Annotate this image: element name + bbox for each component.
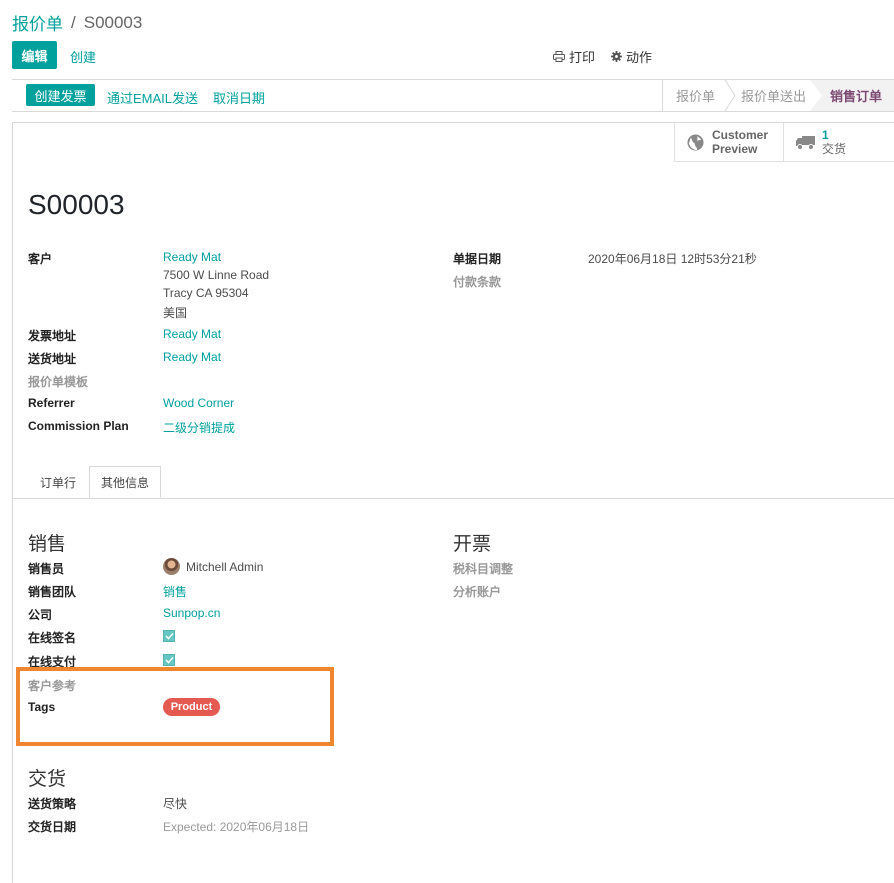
quotation-template-label: 报价单模板 <box>28 375 89 389</box>
commission-plan-label: Commission Plan <box>28 419 129 433</box>
print-menu[interactable]: 打印 <box>553 47 595 66</box>
customer-preview-line1: Customer <box>712 128 769 142</box>
delivery-section-title: 交货 <box>28 769 67 790</box>
delivery-date-label: 交货日期 <box>28 820 77 834</box>
form-sheet: Customer Preview 1 交货 <box>12 122 894 883</box>
customer-preview-button[interactable]: Customer Preview <box>674 123 783 162</box>
date-order-value: 2020年06月18日 12时53分21秒 <box>588 252 757 266</box>
referrer-label: Referrer <box>28 396 75 410</box>
delivery-label: 交货 <box>822 142 847 156</box>
create-button[interactable]: 创建 <box>70 47 96 66</box>
action-label: 动作 <box>626 50 653 65</box>
stage-sales-order-label: 销售订单 <box>830 89 883 104</box>
tab-order-lines[interactable]: 订单行 <box>28 466 88 498</box>
cancel-button[interactable]: 取消日期 <box>213 88 265 107</box>
customer-preview-line2: Preview <box>712 142 758 156</box>
customer-address-line3: 美国 <box>163 306 188 320</box>
print-icon <box>553 51 565 62</box>
fiscal-position-label: 税科目调整 <box>453 562 514 576</box>
company-label: 公司 <box>28 608 53 622</box>
truck-icon <box>796 135 815 150</box>
print-label: 打印 <box>569 50 596 65</box>
delivery-count: 1 <box>822 128 829 142</box>
commission-plan-link[interactable]: 二级分销提成 <box>163 419 235 436</box>
customer-reference-label: 客户参考 <box>28 679 77 693</box>
statusbar: 创建发票 通过EMAIL发送 取消日期 报价单 报价单送出 销售订单 <box>12 79 894 112</box>
send-email-button[interactable]: 通过EMAIL发送 <box>107 88 198 107</box>
record-title: S00003 <box>28 189 125 220</box>
sales-section-title: 销售 <box>28 534 67 555</box>
breadcrumb-quotations-link[interactable]: 报价单 <box>12 10 63 35</box>
action-menu[interactable]: 动作 <box>611 47 652 66</box>
invoice-address-label: 发票地址 <box>28 329 77 343</box>
delivery-button[interactable]: 1 交货 <box>783 123 894 162</box>
stage-sales-order[interactable]: 销售订单 <box>810 80 894 111</box>
stage-quotation[interactable]: 报价单 <box>676 80 715 111</box>
tag-badge[interactable]: Product <box>163 698 220 716</box>
avatar <box>163 558 180 575</box>
customer-address-line1: 7500 W Linne Road <box>163 268 270 282</box>
stage-quotation-sent[interactable]: 报价单送出 <box>741 80 806 111</box>
stage-divider <box>662 80 663 111</box>
salesperson-label: 销售员 <box>28 562 65 576</box>
analytic-account-label: 分析账户 <box>453 585 502 599</box>
gear-icon <box>611 51 622 62</box>
breadcrumb-current: S00003 <box>83 12 143 32</box>
tabs-baseline <box>13 498 894 499</box>
shipping-policy-label: 送货策略 <box>28 797 77 811</box>
sales-team-link[interactable]: 销售 <box>163 583 187 600</box>
create-invoice-button[interactable]: 创建发票 <box>26 84 95 106</box>
shipping-address-link[interactable]: Ready Mat <box>163 350 221 364</box>
delivery-date-value: Expected: 2020年06月18日 <box>163 820 310 834</box>
sales-team-label: 销售团队 <box>28 585 77 599</box>
customer-label: 客户 <box>28 252 53 266</box>
globe-icon <box>687 133 704 151</box>
online-signature-label: 在线签名 <box>28 631 77 645</box>
tags-label: Tags <box>28 700 56 714</box>
breadcrumb-separator: / <box>71 12 76 32</box>
invoicing-section-title: 开票 <box>453 534 492 555</box>
payment-terms-label: 付款条款 <box>453 275 502 289</box>
shipping-address-label: 送货地址 <box>28 352 77 366</box>
edit-button[interactable]: 编辑 <box>12 41 57 69</box>
referrer-link[interactable]: Wood Corner <box>163 396 234 410</box>
customer-address-line2: Tracy CA 95304 <box>163 286 249 300</box>
salesperson-field[interactable]: Mitchell Admin <box>163 558 263 575</box>
date-order-label: 单据日期 <box>453 252 502 266</box>
breadcrumb: 报价单 / S00003 <box>12 10 142 35</box>
tab-other-info[interactable]: 其他信息 <box>89 466 161 498</box>
stage-arrow-icon <box>724 80 736 111</box>
salesperson-name: Mitchell Admin <box>186 559 264 574</box>
tab-other-info-label: 其他信息 <box>100 475 149 490</box>
checkmark-icon <box>164 632 174 640</box>
shipping-policy-value[interactable]: 尽快 <box>163 795 187 812</box>
company-link[interactable]: Sunpop.cn <box>163 606 220 620</box>
checkmark-icon <box>164 656 174 664</box>
customer-link[interactable]: Ready Mat <box>163 250 221 264</box>
online-payment-checkbox[interactable] <box>163 654 175 666</box>
invoice-address-link[interactable]: Ready Mat <box>163 327 221 341</box>
online-signature-checkbox[interactable] <box>163 630 175 642</box>
